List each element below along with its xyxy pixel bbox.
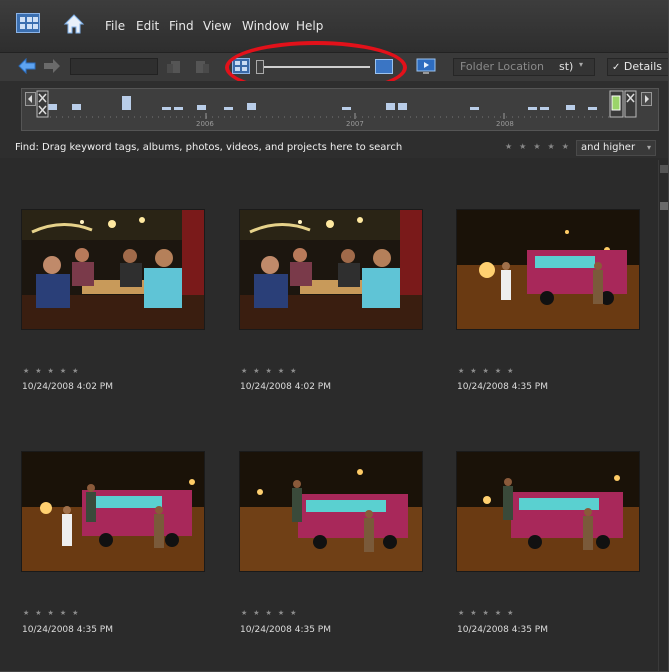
photo-thumbnail-restaurant[interactable] xyxy=(239,209,423,330)
rotate-right-icon[interactable] xyxy=(193,59,211,75)
scrollbar-thumb[interactable] xyxy=(660,202,668,210)
photo-date: 10/24/2008 4:35 PM xyxy=(22,625,113,635)
checkmark-icon: ✓ xyxy=(612,62,621,73)
photo-date: 10/24/2008 4:35 PM xyxy=(457,625,548,635)
timeline-bar xyxy=(566,105,575,110)
timeline-bar xyxy=(588,107,597,110)
photo-date: 10/24/2008 4:02 PM xyxy=(240,382,331,392)
menu-file[interactable]: File xyxy=(105,19,125,33)
sort-value: st) xyxy=(559,60,574,73)
rating-filter-stars[interactable]: ★★★★★ xyxy=(505,142,576,151)
menu-edit[interactable]: Edit xyxy=(136,19,159,33)
timeline-left-arrow-icon[interactable] xyxy=(25,92,36,106)
rating-filter-dropdown[interactable]: and higher ▾ xyxy=(576,140,656,156)
timeline-right-arrow-icon[interactable] xyxy=(641,92,652,106)
timeline-bar xyxy=(162,107,171,110)
photo-thumbnail-street[interactable] xyxy=(456,451,640,572)
timeline-bar xyxy=(528,107,537,110)
timeline-start-marker-icon[interactable] xyxy=(36,90,49,118)
timeline-ticks xyxy=(44,113,616,119)
timeline-year-label: 2008 xyxy=(496,120,514,128)
timeline-bar xyxy=(342,107,351,110)
chevron-down-icon: ▾ xyxy=(646,143,651,152)
timeline-bar xyxy=(197,105,206,110)
folder-location-label: Folder Location xyxy=(460,60,545,73)
slideshow-monitor-icon[interactable] xyxy=(416,58,436,75)
photo-rating-stars[interactable]: ★★★★★ xyxy=(458,609,519,617)
timeline-bar xyxy=(540,107,549,110)
photo-thumbnail-street[interactable] xyxy=(239,451,423,572)
timeline-end-marker-icon[interactable] xyxy=(609,90,624,118)
timeline[interactable] xyxy=(21,88,659,131)
timeline-bar xyxy=(224,107,233,110)
photo-thumbnail-street[interactable] xyxy=(21,451,205,572)
home-icon[interactable] xyxy=(62,12,86,36)
timeline-year-label: 2006 xyxy=(196,120,214,128)
details-label: Details xyxy=(623,60,663,73)
timeline-bar xyxy=(247,103,256,110)
rotate-left-icon[interactable] xyxy=(165,59,183,75)
timeline-bar xyxy=(48,104,57,110)
history-field[interactable] xyxy=(70,58,158,75)
folder-location-dropdown[interactable]: Folder Location st) ▾ xyxy=(453,58,595,76)
timeline-year-label: 2007 xyxy=(346,120,364,128)
photo-date: 10/24/2008 4:35 PM xyxy=(457,382,548,392)
details-toggle[interactable]: ✓ Details xyxy=(607,58,668,76)
app-grid-icon[interactable] xyxy=(16,13,40,33)
timeline-bar xyxy=(386,103,395,110)
photo-rating-stars[interactable]: ★★★★★ xyxy=(23,609,84,617)
forward-arrow-icon[interactable] xyxy=(43,58,61,74)
menu-help[interactable]: Help xyxy=(296,19,323,33)
timeline-bar xyxy=(398,103,407,110)
menu-view[interactable]: View xyxy=(203,19,231,33)
photo-date: 10/24/2008 4:02 PM xyxy=(22,382,113,392)
photo-thumbnail-restaurant[interactable] xyxy=(21,209,205,330)
menu-window[interactable]: Window xyxy=(242,19,289,33)
back-arrow-icon[interactable] xyxy=(18,58,36,74)
photo-rating-stars[interactable]: ★★★★★ xyxy=(241,367,302,375)
photo-rating-stars[interactable]: ★★★★★ xyxy=(23,367,84,375)
photo-rating-stars[interactable]: ★★★★★ xyxy=(241,609,302,617)
photo-rating-stars[interactable]: ★★★★★ xyxy=(458,367,519,375)
timeline-bar xyxy=(72,104,81,110)
find-instructions: Find: Drag keyword tags, albums, photos,… xyxy=(15,142,403,153)
scroll-up-arrow-icon[interactable] xyxy=(660,165,668,173)
chevron-down-icon: ▾ xyxy=(579,60,584,69)
organizer-window: File Edit Find View Window Help Folder L… xyxy=(0,0,669,672)
photo-thumbnail-street[interactable] xyxy=(456,209,640,330)
timeline-bar xyxy=(122,96,131,110)
timeline-bar xyxy=(174,107,183,110)
photo-date: 10/24/2008 4:35 PM xyxy=(240,625,331,635)
rating-filter-label: and higher xyxy=(581,142,636,153)
menu-find[interactable]: Find xyxy=(169,19,194,33)
timeline-bar xyxy=(470,107,479,110)
timeline-end-marker-x-icon[interactable] xyxy=(624,90,637,118)
vertical-scrollbar[interactable] xyxy=(658,160,668,671)
